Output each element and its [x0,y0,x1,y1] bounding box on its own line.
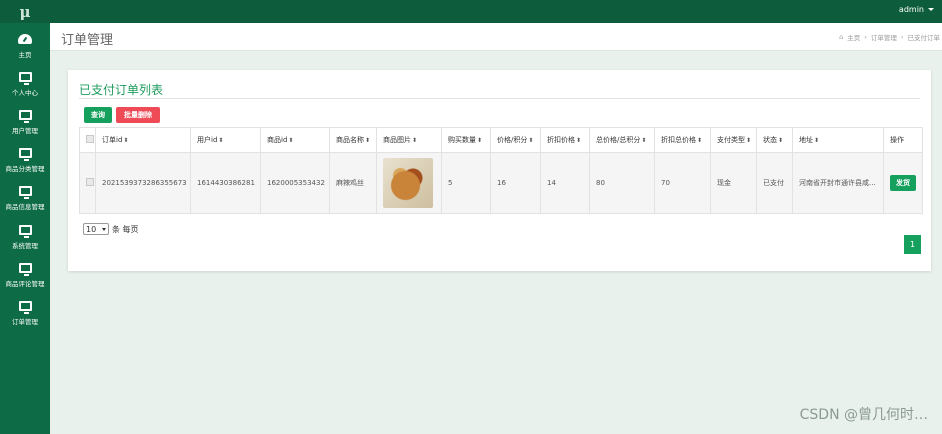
user-menu[interactable]: admin [899,5,934,14]
breadcrumb-separator-icon: › [864,33,867,41]
sort-icon: ⬍ [576,137,582,144]
orders-table: 订单id⬍ 用户id⬍ 商品id⬍ 商品名称⬍ 商品图片⬍ 购买数量⬍ 价格/积… [79,127,923,214]
column-header-total[interactable]: 总价格/总积分⬍ [589,127,655,153]
breadcrumb-item-current: 已支付订单 [907,34,941,42]
sort-icon: ⬍ [746,137,752,144]
cell-actions: 发货 [883,152,923,214]
row-checkbox[interactable] [86,178,94,186]
column-header-actions: 操作 [883,127,923,153]
sidebar-item-label: 系统管理 [12,242,38,250]
product-image[interactable] [383,158,433,208]
sidebar: 主页 个人中心 用户管理 商品分类管理 商品信息管理 系统管理 商品评论管理 订… [0,23,50,434]
monitor-icon [18,72,32,85]
batch-delete-button[interactable]: 批量删除 [116,107,160,123]
divider [79,98,920,99]
monitor-icon [18,263,32,276]
column-header-product-image[interactable]: 商品图片⬍ [376,127,442,153]
monitor-icon [18,301,32,314]
page-title: 订单管理 [61,33,114,48]
sort-icon: ⬍ [288,137,294,144]
sort-icon: ⬍ [697,137,703,144]
cell-quantity: 5 [441,152,491,214]
column-header-quantity[interactable]: 购买数量⬍ [441,127,491,153]
sort-icon: ⬍ [365,137,371,144]
sidebar-item-reviews[interactable]: 商品评论管理 [0,257,50,293]
column-header-address[interactable]: 地址⬍ [792,127,884,153]
select-all-checkbox[interactable] [86,135,94,143]
cell-order-id: 2021539373286355673 [95,152,191,214]
sidebar-item-orders[interactable]: 订单管理 [0,295,50,331]
sidebar-item-products[interactable]: 商品信息管理 [0,180,50,216]
breadcrumb-separator-icon: › [900,33,904,41]
cell-discount-price: 14 [540,152,590,214]
column-header-status[interactable]: 状态⬍ [756,127,793,153]
page-size-control: 10 条 每页 [83,223,139,235]
sidebar-item-system[interactable]: 系统管理 [0,219,50,255]
cell-status: 已支付 [756,152,793,214]
sidebar-item-categories[interactable]: 商品分类管理 [0,142,50,178]
sidebar-item-label: 商品评论管理 [5,280,45,288]
table-row: 2021539373286355673 1614430386281 162000… [79,152,923,214]
top-bar: μ admin [0,0,942,23]
column-header-order-id[interactable]: 订单id⬍ [95,127,191,153]
cell-user-id: 1614430386281 [190,152,261,214]
column-header-pay-type[interactable]: 支付类型⬍ [710,127,757,153]
sidebar-item-label: 商品信息管理 [5,203,45,211]
breadcrumb-item-home[interactable]: 主页 [847,32,860,42]
content-header: 订单管理 ⌂ 主页 › 订单管理 › 已支付订单 [50,23,942,51]
watermark: CSDN @曾几何时… [799,407,928,423]
sidebar-item-profile[interactable]: 个人中心 [0,66,50,102]
sidebar-item-users[interactable]: 用户管理 [0,104,50,140]
cell-discount-total: 70 [654,152,711,214]
sort-icon: ⬍ [218,137,224,144]
sidebar-item-label: 主页 [18,51,32,59]
page-size-value: 10 [86,224,97,234]
panel-title: 已支付订单列表 [79,83,164,97]
cell-product-image [376,152,442,214]
breadcrumb: ⌂ 主页 › 订单管理 › 已支付订单 [839,32,940,42]
sidebar-item-home[interactable]: 主页 [0,28,50,64]
cell-pay-type: 现金 [710,152,757,214]
sort-icon: ⬍ [412,137,418,144]
sidebar-item-label: 订单管理 [12,318,38,326]
cell-price: 16 [490,152,541,214]
dashboard-icon [18,34,32,44]
monitor-icon [18,225,32,238]
page-size-suffix: 条 每页 [112,224,139,234]
sort-icon: ⬍ [477,137,483,144]
app-logo[interactable]: μ [0,0,50,23]
breadcrumb-item-orders[interactable]: 订单管理 [871,32,897,42]
sidebar-item-label: 个人中心 [12,89,38,97]
page-1-button[interactable]: 1 [904,235,921,254]
orders-panel: 已支付订单列表 查询 批量删除 订单id⬍ 用户id⬍ 商品id⬍ 商品名称⬍ … [68,70,931,271]
sidebar-item-label: 商品分类管理 [5,165,45,173]
monitor-icon [18,186,32,199]
column-header-product-name[interactable]: 商品名称⬍ [329,127,377,153]
query-button[interactable]: 查询 [84,107,112,123]
column-header-product-id[interactable]: 商品id⬍ [260,127,330,153]
sidebar-item-label: 用户管理 [12,127,38,135]
sort-icon: ⬍ [778,137,784,144]
cell-address: 河南省开封市通许县咸... [792,152,884,214]
column-header-discount-price[interactable]: 折扣价格⬍ [540,127,590,153]
page-size-select[interactable]: 10 [83,223,109,235]
column-header-user-id[interactable]: 用户id⬍ [190,127,261,153]
monitor-icon [18,110,32,123]
column-header-discount-total[interactable]: 折扣总价格⬍ [654,127,711,153]
home-icon: ⌂ [839,33,844,41]
chevron-down-icon [102,227,106,231]
cell-product-id: 1620005353432 [260,152,330,214]
sort-icon: ⬍ [641,137,647,144]
sort-icon: ⬍ [528,137,534,144]
column-header-price[interactable]: 价格/积分⬍ [490,127,541,153]
sort-icon: ⬍ [123,137,129,144]
table-header-row: 订单id⬍ 用户id⬍ 商品id⬍ 商品名称⬍ 商品图片⬍ 购买数量⬍ 价格/积… [79,127,923,153]
ship-button[interactable]: 发货 [890,175,916,191]
user-name: admin [898,5,924,14]
caret-down-icon [928,8,934,11]
cell-product-name: 麻辣鸡丝 [329,152,377,214]
cell-total: 80 [589,152,655,214]
sort-icon: ⬍ [814,137,820,144]
monitor-icon [18,148,32,161]
